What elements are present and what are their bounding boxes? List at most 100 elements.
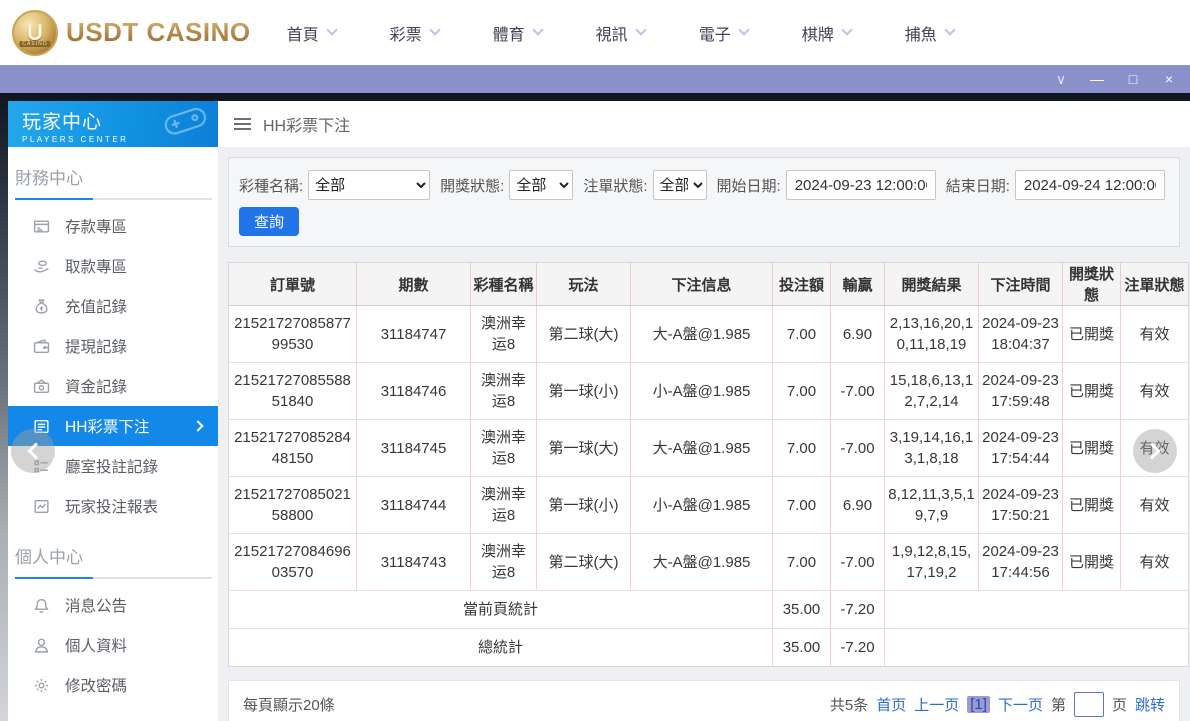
window-close-icon[interactable]: × <box>1158 68 1180 90</box>
window-maximize-icon[interactable]: □ <box>1122 68 1144 90</box>
menu-toggle-icon[interactable] <box>234 123 251 125</box>
nav-item-label: 體育 <box>493 21 525 45</box>
start-date-label: 開始日期: <box>717 175 781 196</box>
summary-row: 總統計35.00-7.20 <box>229 629 1189 667</box>
table-cell: 6.90 <box>831 306 885 363</box>
table-cell: 已開獎 <box>1063 420 1121 477</box>
draw-status-label: 開獎狀態: <box>440 175 504 196</box>
table-cell: 31184747 <box>357 306 471 363</box>
table-row: 215217270850215880031184744澳洲幸运8第一球(小)小-… <box>229 477 1189 534</box>
scroll-right-button[interactable] <box>1133 429 1177 473</box>
column-header: 訂單號 <box>229 263 357 306</box>
sidebar-header: 玩家中心 PLAYERS CENTER <box>8 101 218 147</box>
end-date-label: 結束日期: <box>946 175 1010 196</box>
nav-item[interactable]: 首頁 <box>287 21 336 45</box>
prev-page-link[interactable]: 上一页 <box>914 694 959 715</box>
column-header: 彩種名稱 <box>471 263 537 306</box>
sidebar-item[interactable]: 存款專區 <box>8 206 218 246</box>
column-header: 下注時間 <box>979 263 1063 306</box>
bell-icon <box>33 597 50 614</box>
draw-status-select[interactable]: 全部 <box>509 170 573 200</box>
table-cell: 2024-09-23 17:59:48 <box>979 363 1063 420</box>
order-status-label: 注單狀態: <box>583 175 647 196</box>
summary-row: 當前頁統計35.00-7.20 <box>229 591 1189 629</box>
column-header: 注單狀態 <box>1121 263 1189 306</box>
window-collapse-icon[interactable]: ∨ <box>1050 68 1072 90</box>
table-cell: 3,19,14,16,13,1,8,18 <box>885 420 979 477</box>
nav-item[interactable]: 棋牌 <box>802 21 851 45</box>
table-cell: 31184744 <box>357 477 471 534</box>
recharge-record-icon <box>33 298 50 315</box>
order-status-select[interactable]: 全部 <box>653 170 707 200</box>
table-cell: 澳洲幸运8 <box>471 306 537 363</box>
nav-item-label: 首頁 <box>287 21 319 45</box>
coin-band-label: CASINO <box>19 41 50 47</box>
table-cell: 有效 <box>1121 534 1189 591</box>
table-cell: 澳洲幸运8 <box>471 363 537 420</box>
column-header: 投注額 <box>773 263 831 306</box>
summary-winloss-total: -7.20 <box>831 629 885 667</box>
sidebar-item-label: 資金記錄 <box>65 375 127 397</box>
section-underline <box>15 198 212 200</box>
table-cell: 7.00 <box>773 363 831 420</box>
brand-logo[interactable]: U CASINO USDT CASINO <box>12 10 251 56</box>
summary-label: 總統計 <box>229 629 773 667</box>
sidebar-item[interactable]: 消息公告 <box>8 585 218 625</box>
nav-item[interactable]: 體育 <box>493 21 542 45</box>
nav-item[interactable]: 彩票 <box>390 21 439 45</box>
sidebar-item[interactable]: 修改密碼 <box>8 665 218 705</box>
sidebar-item[interactable]: 個人資料 <box>8 625 218 665</box>
table-cell: 大-A盤@1.985 <box>631 306 773 363</box>
app-window: U CASINO USDT CASINO 首頁 彩票 體育 視訊 電子 棋牌 捕魚 ∨ — … <box>0 0 1190 721</box>
table-cell: 2152172708528448150 <box>229 420 357 477</box>
search-button[interactable]: 查詢 <box>239 207 299 236</box>
report-icon <box>33 498 50 515</box>
nav-item[interactable]: 電子 <box>699 21 748 45</box>
next-page-link[interactable]: 下一页 <box>998 694 1043 715</box>
content-area: 彩種名稱: 全部 開獎狀態: 全部 注單狀態: 全部 開始日期: <box>218 157 1190 721</box>
table-cell: 8,12,11,3,5,19,7,9 <box>885 477 979 534</box>
table-cell: 大-A盤@1.985 <box>631 534 773 591</box>
table-cell: 第一球(大) <box>537 420 631 477</box>
table-cell: 2,13,16,20,10,11,18,19 <box>885 306 979 363</box>
page-size-text: 每頁顯示20條 <box>243 694 335 715</box>
chevron-down-icon <box>738 24 749 35</box>
end-date-input[interactable] <box>1015 170 1165 200</box>
table-cell: 2152172708558851840 <box>229 363 357 420</box>
summary-winloss-total: -7.20 <box>831 591 885 629</box>
chevron-right-icon <box>192 420 203 431</box>
sidebar-item[interactable]: 玩家投注報表 <box>8 486 218 526</box>
table-cell: 已開獎 <box>1063 534 1121 591</box>
pagination-controls: 共5条 首页 上一页 [1] 下一页 第 页 跳转 <box>830 692 1165 717</box>
table-cell: 澳洲幸运8 <box>471 420 537 477</box>
total-count-text: 共5条 <box>830 694 868 715</box>
table-head: 訂單號期數彩種名稱玩法下注信息投注額輸贏開獎結果下注時間開獎狀態注單狀態 <box>229 263 1189 306</box>
first-page-link[interactable]: 首页 <box>876 694 906 715</box>
table-cell: 2024-09-23 17:54:44 <box>979 420 1063 477</box>
table-cell: 31184745 <box>357 420 471 477</box>
window-minimize-icon[interactable]: — <box>1086 68 1108 90</box>
jump-button[interactable]: 跳转 <box>1135 694 1165 715</box>
table-cell: -7.00 <box>831 363 885 420</box>
sidebar-item[interactable]: 資金記錄 <box>8 366 218 406</box>
scroll-left-button[interactable] <box>11 429 55 473</box>
chevron-down-icon <box>532 24 543 35</box>
filter-row: 彩種名稱: 全部 開獎狀態: 全部 注單狀態: 全部 開始日期: <box>239 170 1169 200</box>
page-jump-input[interactable] <box>1074 692 1104 717</box>
sidebar-item[interactable]: 充值記錄 <box>8 286 218 326</box>
nav-item-label: 視訊 <box>596 21 628 45</box>
sidebar-item[interactable]: 提現記錄 <box>8 326 218 366</box>
table-body: 215217270858779953031184747澳洲幸运8第二球(大)大-… <box>229 306 1189 667</box>
nav-item[interactable]: 捕魚 <box>905 21 954 45</box>
sidebar-item[interactable]: 取款專區 <box>8 246 218 286</box>
top-header: U CASINO USDT CASINO 首頁 彩票 體育 視訊 電子 棋牌 捕魚 <box>0 0 1190 65</box>
sidebar-section-title: 代理中心 <box>8 705 218 721</box>
nav-item[interactable]: 視訊 <box>596 21 645 45</box>
start-date-input[interactable] <box>786 170 936 200</box>
pagination-bar: 每頁顯示20條 共5条 首页 上一页 [1] 下一页 第 页 跳转 <box>228 680 1180 721</box>
lottery-name-select[interactable]: 全部 <box>308 170 430 200</box>
nav-item-label: 彩票 <box>390 21 422 45</box>
chevron-right-icon <box>1144 443 1161 460</box>
window-titlebar: ∨ — □ × <box>0 65 1190 93</box>
table-cell: 15,18,6,13,12,7,2,14 <box>885 363 979 420</box>
